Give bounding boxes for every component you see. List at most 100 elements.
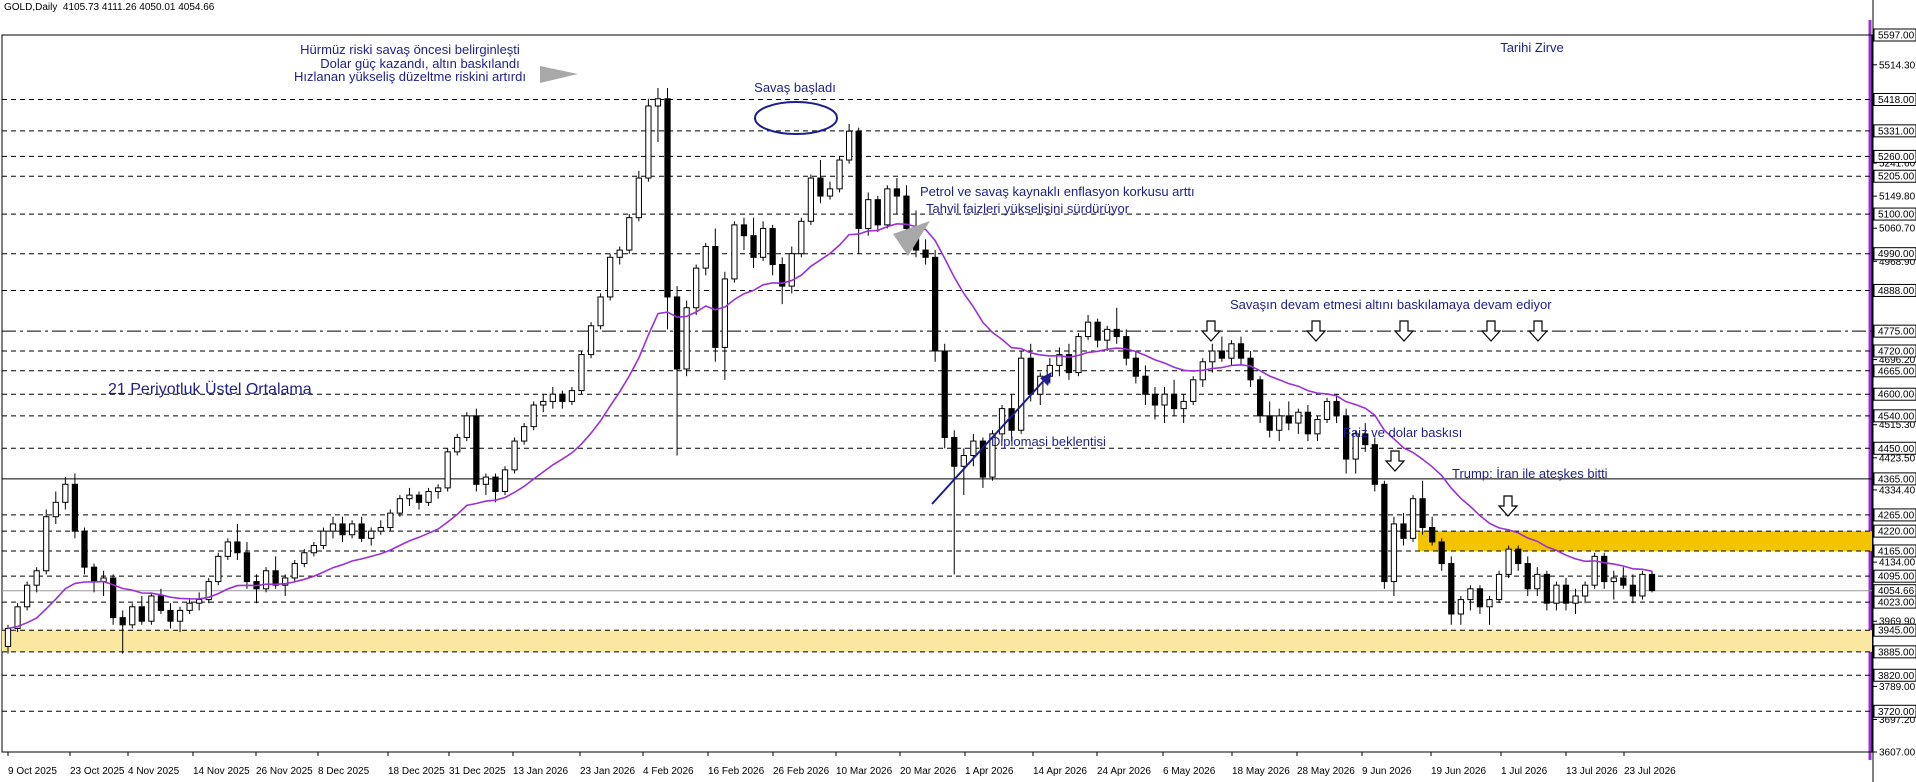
price-label: 4265.00 — [1878, 510, 1915, 521]
support-zone-1 — [2, 630, 1872, 652]
time-label: 26 Feb 2026 — [773, 766, 830, 777]
candle-body — [339, 523, 346, 536]
candle-body — [1543, 573, 1550, 604]
candle-body — [291, 563, 298, 579]
candle-body — [664, 98, 671, 298]
candle-body — [635, 177, 642, 219]
candle-body — [893, 188, 901, 197]
candle-body — [1180, 400, 1187, 410]
price-chart[interactable]: 5514.305241.605149.805060.704968.904696.… — [0, 0, 1916, 782]
support-zone-0 — [1418, 531, 1872, 551]
annotation-hormuz-line: Hürmüz riski savaş öncesi belirginleşti — [300, 42, 520, 57]
price-label: 3945.00 — [1878, 626, 1915, 637]
price-label: 3885.00 — [1878, 647, 1915, 658]
annotation-hormuz-line: Hızlanan yükseliş düzeltme riskini artır… — [294, 69, 526, 84]
candle-body — [654, 98, 662, 107]
candle-body — [1314, 418, 1321, 435]
candle-body — [1266, 415, 1273, 431]
candle-body — [568, 390, 576, 402]
candle-body — [1467, 588, 1474, 601]
time-label: 13 Jan 2026 — [513, 766, 568, 777]
price-label: 4990.00 — [1878, 249, 1915, 260]
price-tick-label: 3607.00 — [1879, 748, 1916, 759]
candle-body — [1018, 357, 1025, 431]
annotation-diplomacy: Diplomasi beklentisi — [991, 434, 1106, 449]
candle-body — [157, 595, 165, 611]
candle-body — [1553, 584, 1560, 604]
candle-body — [301, 552, 308, 565]
candle-body — [243, 552, 251, 583]
candle-body — [884, 188, 891, 226]
candle-body — [1084, 321, 1092, 338]
chart-window[interactable]: GOLD,Daily 4105.73 4111.26 4050.01 4054.… — [0, 0, 1916, 782]
down-arrow-icon — [1200, 320, 1222, 342]
time-label: 23 Jul 2026 — [1624, 766, 1676, 777]
price-label: 5205.00 — [1878, 172, 1915, 183]
candle-body — [865, 199, 872, 229]
candle-body — [874, 199, 881, 226]
candle-body — [1190, 379, 1197, 402]
candle-body — [1381, 483, 1388, 583]
candle-body — [702, 245, 709, 269]
down-arrow-icon — [1480, 320, 1502, 342]
candle-body — [463, 415, 470, 438]
price-label: 4095.00 — [1878, 572, 1915, 583]
candle-body — [1323, 400, 1331, 420]
candle-body — [826, 188, 834, 197]
candle-body — [521, 426, 528, 442]
price-tick-label: 5514.30 — [1879, 60, 1916, 71]
annotation-war-started: Savaş başladı — [754, 80, 836, 95]
candle-body — [712, 245, 719, 348]
candle-body — [1534, 573, 1541, 590]
candle-body — [922, 249, 929, 258]
price-label: 3820.00 — [1878, 671, 1915, 682]
candle-body — [1495, 573, 1503, 601]
candle-body — [415, 494, 423, 503]
candle-body — [1610, 577, 1617, 583]
candle-body — [549, 393, 556, 402]
candle-body — [396, 498, 404, 514]
candle-body — [1515, 548, 1522, 565]
time-label: 4 Nov 2025 — [128, 766, 180, 777]
candle-body — [52, 501, 59, 518]
candle-body — [673, 296, 681, 370]
price-label: 4365.00 — [1878, 474, 1915, 485]
pointer-triangle — [540, 66, 578, 83]
candle-body — [616, 249, 623, 258]
candle-body — [425, 491, 432, 503]
candle-body — [960, 454, 967, 467]
price-tick-label: 5149.80 — [1879, 192, 1916, 203]
time-label: 18 May 2026 — [1232, 766, 1290, 777]
candle-body — [1524, 563, 1531, 590]
candle-body — [1457, 599, 1464, 615]
price-tick-label: 5060.70 — [1879, 224, 1916, 235]
candle-body — [1429, 527, 1436, 543]
candle-body — [1113, 328, 1120, 338]
time-label: 20 Mar 2026 — [900, 766, 957, 777]
price-label: 4665.00 — [1878, 366, 1915, 377]
price-label: 4054.66 — [1878, 586, 1915, 597]
annotation-petrol-line: Tahvil faizleri yükselişini sürdürüyor — [926, 201, 1130, 216]
time-label: 13 Jul 2026 — [1566, 766, 1618, 777]
candle-body — [33, 570, 40, 586]
candle-body — [23, 584, 31, 608]
down-arrow-icon — [1384, 450, 1406, 472]
time-label: 23 Jan 2026 — [580, 766, 635, 777]
candle-body — [1505, 548, 1512, 575]
down-arrow-icon — [1393, 320, 1415, 342]
candle-body — [1448, 563, 1455, 615]
candle-body — [272, 570, 279, 586]
candle-body — [71, 483, 79, 532]
price-tick-label: 3789.00 — [1879, 682, 1916, 693]
price-label: 4165.00 — [1878, 546, 1915, 557]
candle-body — [807, 177, 815, 222]
time-label: 14 Nov 2025 — [193, 766, 250, 777]
candle-body — [759, 227, 767, 258]
annotation-ema-label: 21 Periyotluk Üstel Ortalama — [108, 380, 312, 398]
candle-body — [1629, 584, 1637, 597]
war-start-ellipse — [754, 101, 838, 135]
time-label: 24 Apr 2026 — [1097, 766, 1151, 777]
candle-body — [769, 227, 776, 266]
price-label: 4023.00 — [1878, 598, 1915, 609]
candle-body — [62, 483, 69, 503]
